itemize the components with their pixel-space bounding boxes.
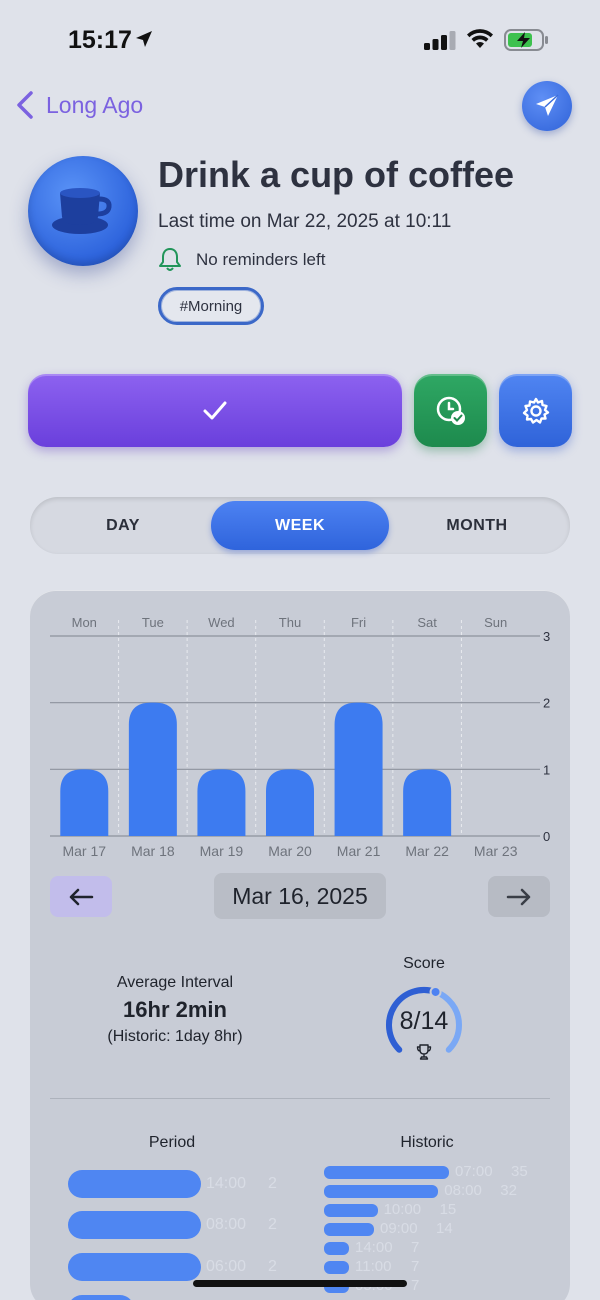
weekday-label: Sat [417,615,437,630]
coffee-cup-icon [28,156,138,266]
arrow-left-icon [69,888,94,905]
x-tick-label: Mar 20 [268,843,312,859]
period-bar [68,1295,134,1300]
x-tick-label: Mar 22 [405,843,449,859]
reminder-text: No reminders left [196,250,326,269]
historic-count: 35 [511,1163,528,1180]
y-tick-label: 1 [543,762,550,777]
bell-icon [159,248,181,271]
trophy-icon [416,1044,432,1060]
bar-mar-22[interactable] [403,769,452,836]
y-tick-label: 0 [543,829,550,844]
weekday-label: Tue [142,615,164,630]
historic-count: 14 [436,1220,453,1237]
historic-count: 7 [411,1258,420,1275]
back-label: Long Ago [46,91,144,118]
log-past-time-button[interactable] [414,374,487,447]
historic-label: Historic [400,1134,454,1151]
average-interval-label: Average Interval [116,974,234,991]
mark-done-button[interactable] [28,374,402,447]
score-label: Score [403,955,445,972]
location-arrow-icon [136,31,152,47]
home-indicator [193,1280,407,1287]
last-time-text: Last time on Mar 22, 2025 at 10:11 [158,211,452,232]
x-tick-label: Mar 23 [474,843,518,859]
historic-bar [324,1185,439,1198]
share-button[interactable] [522,81,572,131]
checkmark-icon [203,401,227,419]
bar-mar-18[interactable] [128,702,177,836]
period-bar [68,1170,201,1198]
bar-mar-20[interactable] [266,769,314,836]
status-bar: 15:17 [0,0,600,80]
historic-bar [324,1166,449,1179]
next-week-button[interactable] [488,876,550,917]
reminder-status: No reminders left [158,247,325,273]
stats-card: 0 1 2 3 Mon Mar 17 Tue Mar 18 Wed Mar 19 Thu Mar 20… [30,590,570,1300]
historic-bar [324,1204,378,1217]
period-time: 14:00 [206,1175,247,1192]
historic-time: 10:00 [383,1201,422,1218]
status-time: 15:17 [68,26,132,54]
week-bar-chart: 0 1 2 3 Mon Mar 17 Tue Mar 18 Wed Mar 19 Thu Mar 20… [50,615,550,859]
historic-time: 14:00 [355,1239,393,1256]
tag-morning[interactable]: #Morning [158,287,264,325]
weekday-label: Mon [72,615,97,630]
x-tick-label: Mar 18 [131,843,175,859]
period-label: Period [148,1134,196,1151]
period-bar [68,1211,201,1239]
weekday-label: Fri [351,615,366,630]
chevron-left-icon [17,91,33,119]
previous-week-button[interactable] [50,876,112,917]
settings-button[interactable] [499,374,572,447]
historic-bar [324,1261,349,1274]
historic-time: 09:00 [380,1220,418,1237]
historic-count: 7 [411,1239,420,1256]
cellular-signal-icon [424,31,456,50]
arrow-right-icon [506,888,531,905]
historic-bar [324,1223,374,1236]
historic-count: 32 [500,1182,517,1199]
historic-time: 08:00 [444,1182,482,1199]
bar-mar-17[interactable] [60,769,109,836]
score-value: 8/14 [399,1007,449,1035]
weekday-label: Sun [484,615,507,630]
x-tick-label: Mar 21 [337,843,381,859]
segment-month[interactable]: MONTH [388,501,566,550]
bar-mar-21[interactable] [334,702,383,836]
range-segmented-control: DAY WEEK MONTH [30,497,570,554]
period-time: 08:00 [206,1216,247,1233]
segment-day[interactable]: DAY [34,501,212,550]
habit-title: Drink a cup of coffee [158,154,515,195]
period-bar [68,1253,201,1281]
average-interval-value: 16hr 2min [123,997,227,1022]
gear-icon [522,397,549,424]
historic-count: 7 [411,1277,420,1294]
period-count: 2 [268,1175,277,1192]
period-count: 2 [268,1258,277,1275]
historic-time: 07:00 [455,1163,493,1180]
y-tick-label: 3 [543,629,550,644]
bar-mar-19[interactable] [197,769,246,836]
historic-time: 11:00 [355,1258,392,1275]
weekday-label: Wed [208,615,235,630]
battery-charging-icon [504,29,548,51]
historic-bar [324,1242,349,1255]
stats-divider [50,1098,550,1099]
period-count: 2 [268,1216,277,1233]
period-time: 06:00 [206,1258,247,1275]
back-button[interactable]: Long Ago [16,90,143,120]
historic-count: 15 [439,1201,457,1218]
average-interval-historic: (Historic: 1day 8hr) [107,1028,243,1045]
segment-week[interactable]: WEEK [211,501,389,550]
week-date-label[interactable]: Mar 16, 2025 [214,873,386,919]
weekday-label: Thu [279,615,301,630]
y-tick-label: 2 [543,696,550,711]
clock-check-icon [436,396,465,425]
wifi-icon [467,29,493,48]
x-tick-label: Mar 19 [200,843,244,859]
x-tick-label: Mar 17 [62,843,106,859]
paper-plane-icon [536,94,559,116]
score-ring-knob [429,985,442,998]
